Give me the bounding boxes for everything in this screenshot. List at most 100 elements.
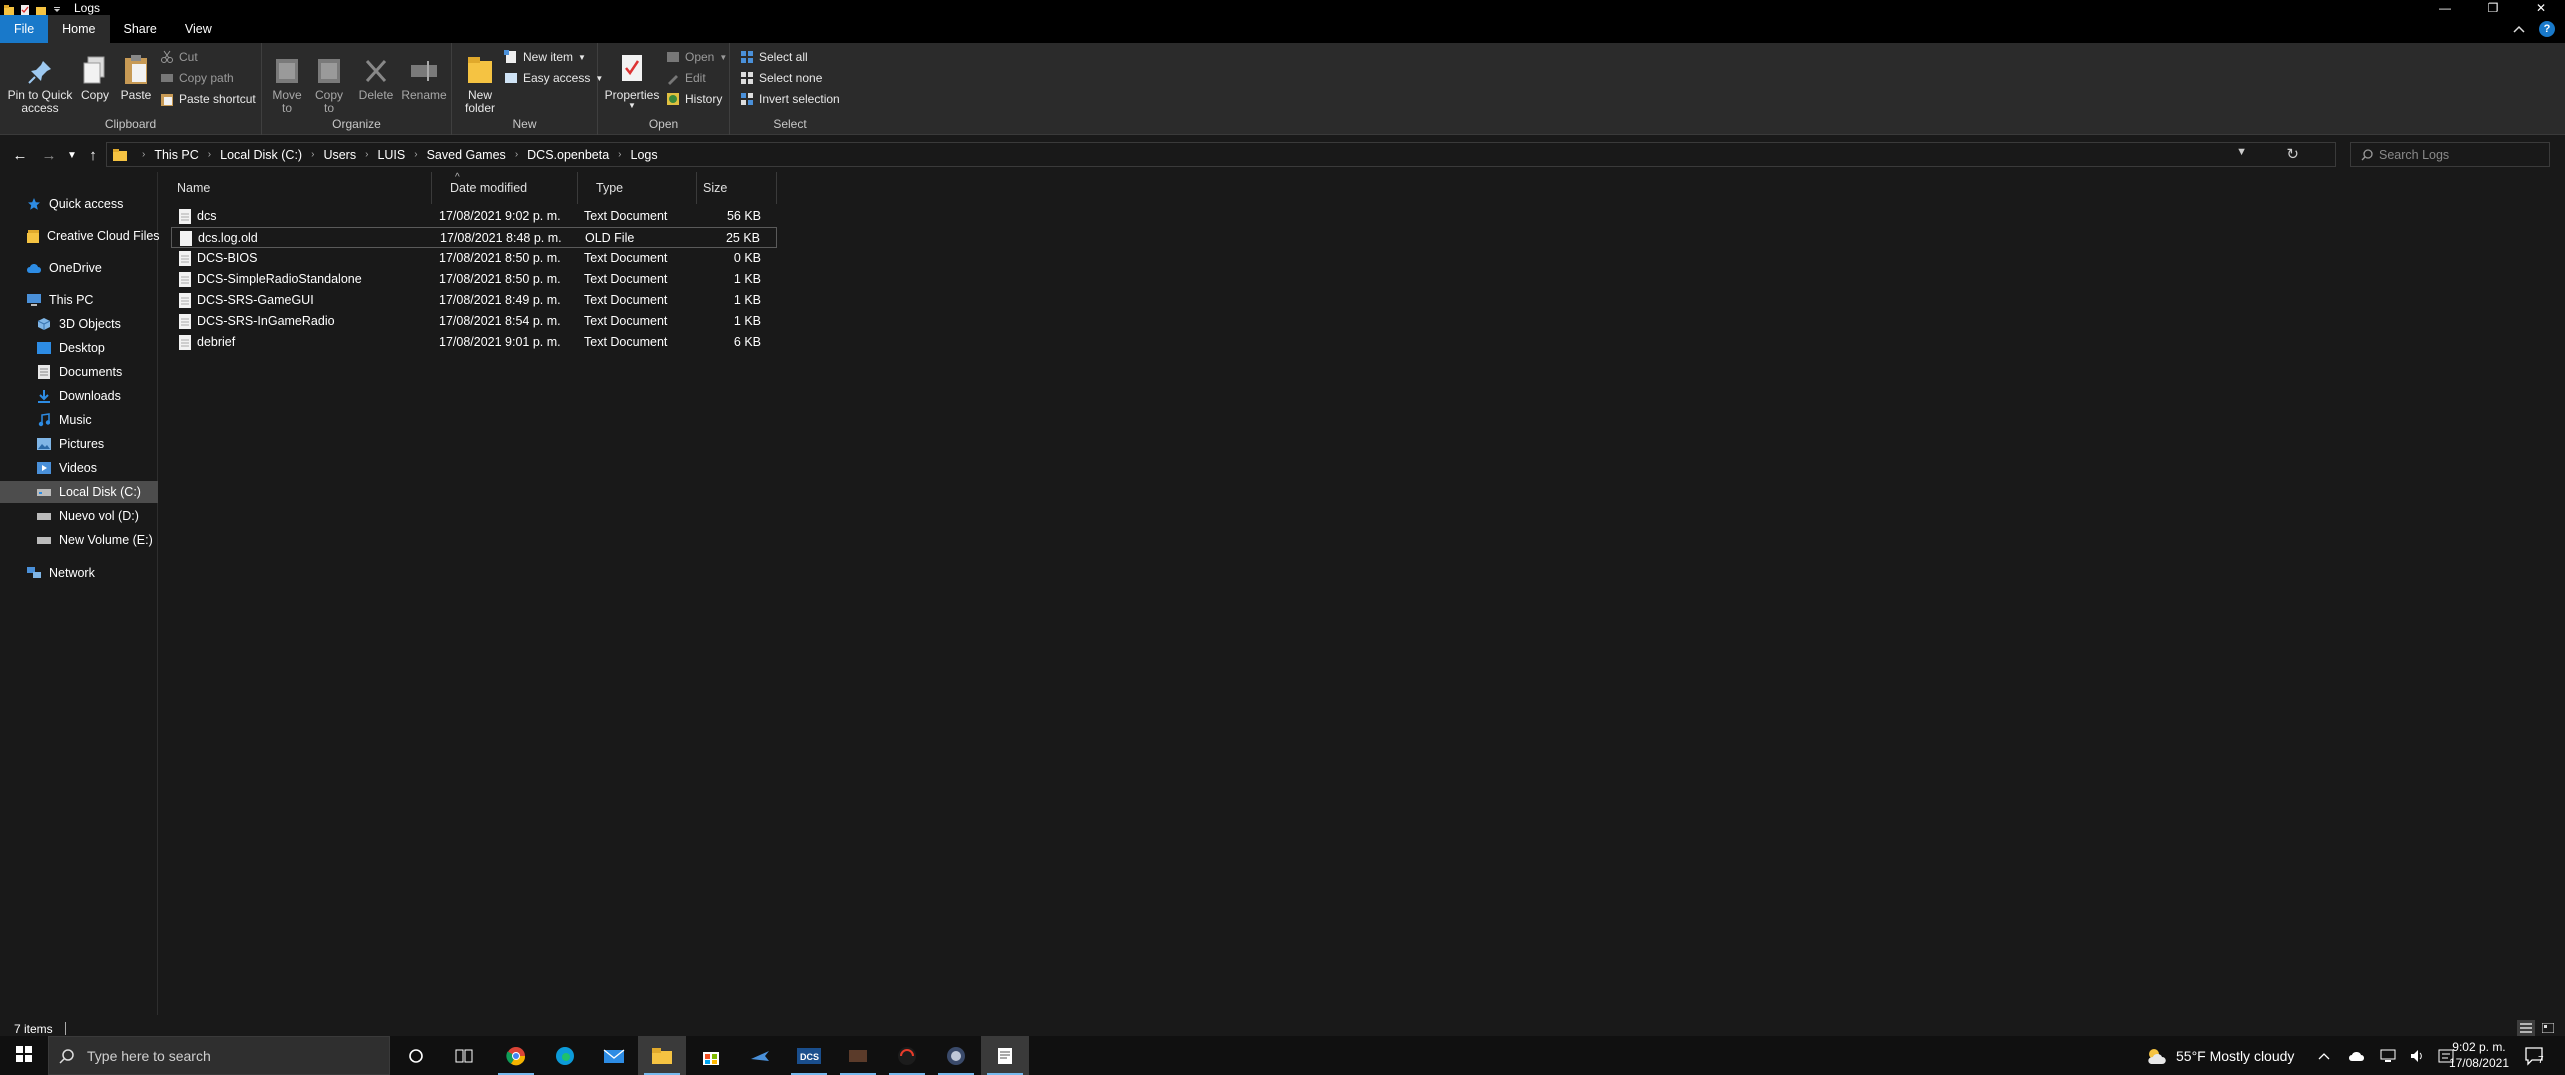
breadcrumb-this-pc[interactable]: This PC bbox=[154, 148, 198, 162]
address-bar[interactable]: › This PC › Local Disk (C:) › Users › LU… bbox=[106, 142, 2336, 167]
properties-button[interactable]: Properties ▼ bbox=[604, 49, 660, 111]
collapse-ribbon-icon[interactable] bbox=[2513, 22, 2525, 37]
network-tray-icon[interactable] bbox=[2380, 1036, 2396, 1075]
column-header-type[interactable]: Type bbox=[578, 172, 697, 204]
help-icon[interactable]: ? bbox=[2539, 21, 2555, 37]
new-folder-button[interactable]: New folder bbox=[460, 49, 500, 115]
move-to-button[interactable]: Move to bbox=[270, 49, 304, 115]
open-button[interactable]: Open ▼ bbox=[666, 50, 727, 64]
column-header-size[interactable]: Size bbox=[697, 172, 777, 204]
mail-icon[interactable] bbox=[590, 1036, 638, 1075]
cut-button[interactable]: Cut bbox=[160, 50, 198, 64]
search-box[interactable] bbox=[2350, 142, 2550, 167]
easy-access-button[interactable]: Easy access ▼ bbox=[504, 71, 603, 85]
select-all-button[interactable]: Select all bbox=[740, 50, 808, 64]
maximize-button[interactable]: ❐ bbox=[2469, 0, 2517, 15]
back-button[interactable]: ← bbox=[10, 145, 30, 165]
copy-to-button[interactable]: Copy to bbox=[312, 49, 346, 115]
breadcrumb-saved-games[interactable]: Saved Games bbox=[427, 148, 506, 162]
large-icons-view-icon[interactable] bbox=[2539, 1020, 2557, 1036]
breadcrumb-separator-icon[interactable]: › bbox=[515, 149, 518, 160]
nav-item-this-pc[interactable]: This PC bbox=[0, 289, 158, 311]
onedrive-tray-icon[interactable] bbox=[2348, 1036, 2366, 1075]
recent-locations-button[interactable]: ▼ bbox=[62, 145, 82, 165]
helmet-app-icon[interactable] bbox=[932, 1036, 980, 1075]
jet-app-icon[interactable] bbox=[736, 1036, 784, 1075]
history-button[interactable]: History bbox=[666, 92, 722, 106]
properties-icon[interactable] bbox=[20, 3, 30, 15]
nav-item-downloads[interactable]: Downloads bbox=[0, 385, 158, 407]
breadcrumb-dcs-openbeta[interactable]: DCS.openbeta bbox=[527, 148, 609, 162]
notification-center-icon[interactable]: 7 bbox=[2524, 1036, 2544, 1075]
nav-item-local-disk-c[interactable]: Local Disk (C:) bbox=[0, 481, 158, 503]
edit-button[interactable]: Edit bbox=[666, 71, 706, 85]
nav-item-creative-cloud-files[interactable]: Creative Cloud Files bbox=[0, 225, 160, 247]
column-header-name[interactable]: Name bbox=[159, 172, 432, 204]
details-view-icon[interactable] bbox=[2517, 1020, 2535, 1036]
volume-icon[interactable] bbox=[2410, 1036, 2426, 1075]
dcs-icon[interactable]: DCS bbox=[785, 1036, 833, 1075]
nav-item-videos[interactable]: Videos bbox=[0, 457, 158, 479]
nav-item-onedrive[interactable]: OneDrive bbox=[0, 257, 158, 279]
file-explorer-icon[interactable] bbox=[638, 1036, 686, 1075]
radio-app-icon[interactable] bbox=[883, 1036, 931, 1075]
paste-shortcut-button[interactable]: Paste shortcut bbox=[160, 92, 256, 106]
nav-item-nuevo-vol-d[interactable]: Nuevo vol (D:) bbox=[0, 505, 158, 527]
up-button[interactable]: ↑ bbox=[83, 145, 103, 165]
taskbar-search[interactable]: Type here to search bbox=[48, 1036, 390, 1075]
task-view-icon[interactable] bbox=[440, 1036, 488, 1075]
invert-selection-button[interactable]: Invert selection bbox=[740, 92, 840, 106]
folder-icon[interactable] bbox=[4, 3, 14, 15]
new-item-button[interactable]: New item ▼ bbox=[504, 50, 586, 64]
nav-item-desktop[interactable]: Desktop bbox=[0, 337, 158, 359]
close-button[interactable]: ✕ bbox=[2517, 0, 2565, 15]
minimize-button[interactable]: — bbox=[2421, 0, 2469, 15]
helicopter-app-icon[interactable] bbox=[834, 1036, 882, 1075]
select-none-button[interactable]: Select none bbox=[740, 71, 822, 85]
breadcrumb-logs[interactable]: Logs bbox=[631, 148, 658, 162]
nav-item-new-volume-e[interactable]: New Volume (E:) bbox=[0, 529, 158, 551]
column-header-date-modified[interactable]: Date modified bbox=[432, 172, 578, 204]
breadcrumb-users[interactable]: Users bbox=[323, 148, 356, 162]
weather-widget[interactable]: 55°F Mostly cloudy bbox=[2146, 1036, 2294, 1075]
address-history-dropdown[interactable]: ▼ bbox=[2236, 146, 2247, 158]
pin-to-quick-access-button[interactable]: Pin to Quick access bbox=[6, 49, 74, 115]
breadcrumb-separator-icon[interactable]: › bbox=[311, 149, 314, 160]
search-input[interactable] bbox=[2379, 147, 2539, 162]
paste-button[interactable]: Paste bbox=[118, 49, 154, 102]
table-row[interactable]: dcs.log.old 17/08/2021 8:48 p. m. OLD Fi… bbox=[171, 227, 777, 248]
table-row[interactable]: DCS-BIOS 17/08/2021 8:50 p. m. Text Docu… bbox=[171, 248, 777, 269]
tab-view[interactable]: View bbox=[171, 15, 226, 43]
breadcrumb-luis[interactable]: LUIS bbox=[377, 148, 405, 162]
table-row[interactable]: DCS-SRS-InGameRadio 17/08/2021 8:54 p. m… bbox=[171, 311, 777, 332]
edge-icon[interactable] bbox=[541, 1036, 589, 1075]
copy-button[interactable]: Copy bbox=[78, 49, 112, 102]
table-row[interactable]: DCS-SimpleRadioStandalone 17/08/2021 8:5… bbox=[171, 269, 777, 290]
breadcrumb-separator-icon[interactable]: › bbox=[414, 149, 417, 160]
delete-button[interactable]: Delete bbox=[358, 49, 394, 102]
nav-item-network[interactable]: Network bbox=[0, 562, 158, 584]
nav-item-quick-access[interactable]: Quick access bbox=[0, 193, 158, 215]
tab-file[interactable]: File bbox=[0, 15, 49, 43]
breadcrumb-separator-icon[interactable]: › bbox=[208, 149, 211, 160]
copy-path-button[interactable]: Copy path bbox=[160, 71, 234, 85]
rename-button[interactable]: Rename bbox=[401, 49, 447, 102]
table-row[interactable]: dcs 17/08/2021 9:02 p. m. Text Document … bbox=[171, 206, 777, 227]
table-row[interactable]: debrief 17/08/2021 9:01 p. m. Text Docum… bbox=[171, 332, 777, 353]
breadcrumb-separator-icon[interactable]: › bbox=[365, 149, 368, 160]
cortana-icon[interactable] bbox=[392, 1036, 440, 1075]
start-button[interactable] bbox=[0, 1036, 48, 1075]
nav-item-3d-objects[interactable]: 3D Objects bbox=[0, 313, 158, 335]
customize-toolbar-icon[interactable] bbox=[52, 3, 62, 13]
new-folder-icon[interactable] bbox=[36, 3, 46, 15]
store-icon[interactable] bbox=[687, 1036, 735, 1075]
notepad-icon[interactable] bbox=[981, 1036, 1029, 1075]
breadcrumb-separator-icon[interactable]: › bbox=[618, 149, 621, 160]
table-row[interactable]: DCS-SRS-GameGUI 17/08/2021 8:49 p. m. Te… bbox=[171, 290, 777, 311]
nav-item-documents[interactable]: Documents bbox=[0, 361, 158, 383]
nav-item-music[interactable]: Music bbox=[0, 409, 158, 431]
forward-button[interactable]: → bbox=[39, 145, 59, 165]
tab-share[interactable]: Share bbox=[110, 15, 171, 43]
breadcrumb-local-disk[interactable]: Local Disk (C:) bbox=[220, 148, 302, 162]
tab-home[interactable]: Home bbox=[48, 15, 110, 43]
